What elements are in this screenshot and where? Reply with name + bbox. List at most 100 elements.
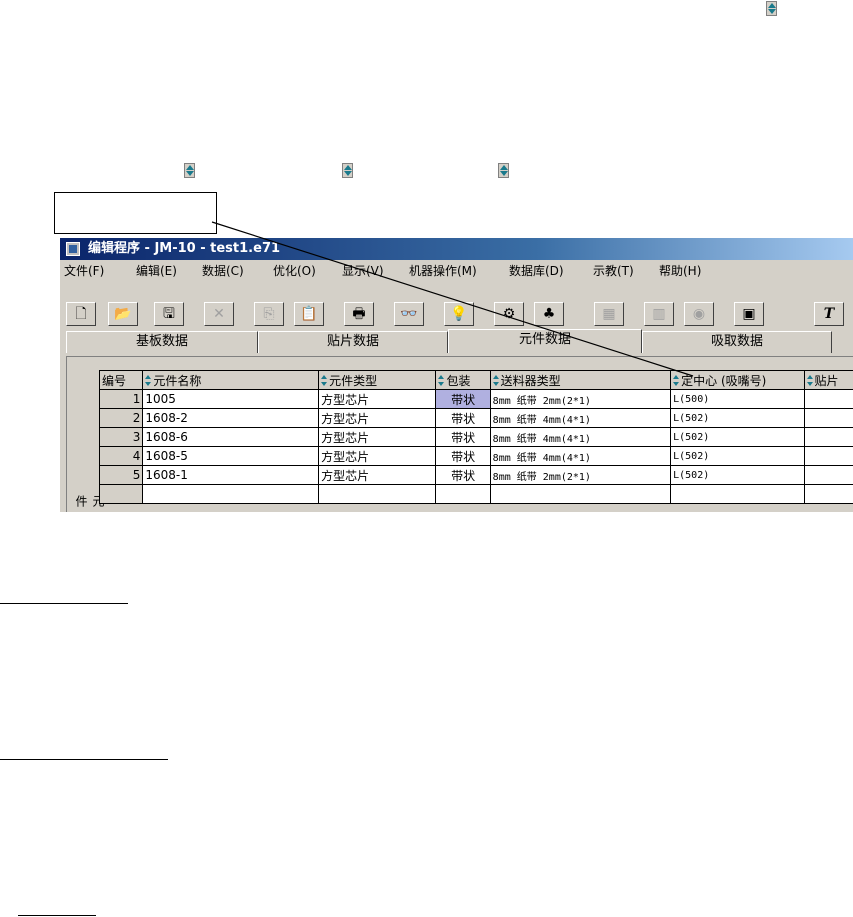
center-icon[interactable]: ▣	[734, 302, 764, 326]
cell-type[interactable]: 方型芯片	[318, 465, 437, 485]
cell-center[interactable]: L(502)	[670, 465, 805, 485]
tab-strip: 基板数据 贴片数据 元件数据 吸取数据	[60, 329, 853, 353]
cell-place[interactable]	[803, 465, 853, 485]
table-header-row: 编号 元件名称 元件类型 包装 送料器类型 定中心 (吸嘴号) 贴片	[98, 370, 853, 390]
menu-help[interactable]: 帮助(H)	[659, 260, 701, 282]
row-number: 1	[98, 389, 144, 409]
find-icon[interactable]: 👓	[394, 302, 424, 326]
cell-package[interactable]	[435, 484, 491, 504]
col-header-center[interactable]: 定中心 (吸嘴号)	[670, 370, 805, 390]
cell-place[interactable]	[803, 484, 853, 504]
tab-pick-data[interactable]: 吸取数据	[642, 331, 832, 353]
callout-box	[54, 192, 217, 234]
cell-feeder[interactable]: 8mm 纸带 4mm(4*1)	[489, 408, 672, 428]
menu-teach[interactable]: 示教(T)	[593, 260, 634, 282]
cell-type[interactable]	[318, 484, 437, 504]
cell-feeder[interactable]: 8mm 纸带 4mm(4*1)	[489, 446, 672, 466]
sort-icon	[492, 374, 500, 386]
grid-panel: 元件 编号 元件名称 元件类型 包装 送料器类型 定中心 (吸嘴号) 贴片 1 …	[66, 356, 853, 512]
components-icon[interactable]: ♣	[534, 302, 564, 326]
print-icon[interactable]: 🖶	[344, 302, 374, 326]
cell-center[interactable]: L(502)	[670, 408, 805, 428]
row-number: 4	[98, 446, 144, 466]
menu-edit[interactable]: 编辑(E)	[136, 260, 177, 282]
cell-center[interactable]: L(500)	[670, 389, 805, 409]
table-row[interactable]: 2 1608-2 方型芯片 带状 8mm 纸带 4mm(4*1) L(502)	[98, 408, 853, 428]
new-file-icon[interactable]: 🗋	[66, 302, 96, 326]
tab-board-data[interactable]: 基板数据	[66, 331, 258, 353]
part-icon[interactable]: ◉	[684, 302, 714, 326]
light-icon[interactable]: 💡	[444, 302, 474, 326]
paste-icon[interactable]: 📋	[294, 302, 324, 326]
cell-package[interactable]: 带状	[435, 408, 491, 428]
open-folder-icon[interactable]: 📂	[108, 302, 138, 326]
table-row[interactable]: 4 1608-5 方型芯片 带状 8mm 纸带 4mm(4*1) L(502)	[98, 446, 853, 466]
sort-icon	[498, 163, 509, 178]
menu-bar: 文件(F) 编辑(E) 数据(C) 优化(O) 显示(V) 机器操作(M) 数据…	[60, 260, 853, 282]
cell-name[interactable]: 1608-5	[142, 446, 320, 466]
sort-icon	[342, 163, 353, 178]
cell-place[interactable]	[803, 389, 853, 409]
cell-type[interactable]: 方型芯片	[318, 389, 437, 409]
cell-place[interactable]	[803, 446, 853, 466]
sort-icon	[673, 374, 680, 386]
cell-place[interactable]	[803, 427, 853, 447]
menu-optimize[interactable]: 优化(O)	[273, 260, 316, 282]
col-header-type[interactable]: 元件类型	[318, 370, 437, 390]
cell-place[interactable]	[803, 408, 853, 428]
sort-icon	[184, 163, 195, 178]
copy-icon[interactable]: ⎘	[254, 302, 284, 326]
col-header-no[interactable]: 编号	[98, 370, 144, 390]
col-header-name[interactable]: 元件名称	[142, 370, 320, 390]
board-icon[interactable]: ▦	[594, 302, 624, 326]
sort-icon	[438, 374, 445, 386]
cell-center[interactable]: L(502)	[670, 446, 805, 466]
col-header-feeder[interactable]: 送料器类型	[489, 370, 672, 390]
save-icon[interactable]: 🖫	[154, 302, 184, 326]
menu-machine[interactable]: 机器操作(M)	[409, 260, 477, 282]
menu-database[interactable]: 数据库(D)	[509, 260, 564, 282]
cell-package[interactable]: 带状	[435, 465, 491, 485]
menu-view[interactable]: 显示(V)	[342, 260, 384, 282]
nozzle-icon[interactable]: ⚙	[494, 302, 524, 326]
cell-name[interactable]: 1608-2	[142, 408, 320, 428]
cell-package[interactable]: 带状	[435, 389, 491, 409]
cell-type[interactable]: 方型芯片	[318, 408, 437, 428]
table-row[interactable]: 1 1005 方型芯片 带状 8mm 纸带 2mm(2*1) L(500)	[98, 389, 853, 409]
cell-feeder[interactable]: 8mm 纸带 2mm(2*1)	[489, 389, 672, 409]
row-number: 2	[98, 408, 144, 428]
cell-name[interactable]: 1608-1	[142, 465, 320, 485]
tab-component-data[interactable]: 元件数据	[448, 329, 642, 353]
cell-name[interactable]: 1005	[142, 389, 320, 409]
cell-name[interactable]	[142, 484, 320, 504]
sort-icon	[145, 374, 152, 386]
text-icon[interactable]: T	[814, 302, 844, 326]
title-bar: 编辑程序 - JM-10 - test1.e71	[60, 238, 853, 260]
cell-package[interactable]: 带状	[435, 427, 491, 447]
feeder-icon[interactable]: ▥	[644, 302, 674, 326]
toolbar: 🗋 📂 🖫 ✕ ⎘ 📋 🖶 👓 💡 ⚙ ♣ ▦ ▥ ◉ ▣ T	[60, 283, 853, 329]
cell-center[interactable]	[670, 484, 805, 504]
table-row[interactable]: 5 1608-1 方型芯片 带状 8mm 纸带 2mm(2*1) L(502)	[98, 465, 853, 485]
cell-package[interactable]: 带状	[435, 446, 491, 466]
table-row[interactable]	[98, 484, 853, 504]
component-table: 编号 元件名称 元件类型 包装 送料器类型 定中心 (吸嘴号) 贴片 1 100…	[98, 370, 853, 504]
col-header-place[interactable]: 贴片	[803, 370, 853, 390]
cell-feeder[interactable]: 8mm 纸带 2mm(2*1)	[489, 465, 672, 485]
cell-feeder[interactable]: 8mm 纸带 4mm(4*1)	[489, 427, 672, 447]
blank-underline	[0, 759, 168, 760]
cell-center[interactable]: L(502)	[670, 427, 805, 447]
cell-name[interactable]: 1608-6	[142, 427, 320, 447]
tab-placement-data[interactable]: 贴片数据	[258, 331, 448, 353]
table-row[interactable]: 3 1608-6 方型芯片 带状 8mm 纸带 4mm(4*1) L(502)	[98, 427, 853, 447]
menu-file[interactable]: 文件(F)	[64, 260, 104, 282]
cell-type[interactable]: 方型芯片	[318, 446, 437, 466]
cell-feeder[interactable]	[489, 484, 672, 504]
cell-type[interactable]: 方型芯片	[318, 427, 437, 447]
edit-program-window: 编辑程序 - JM-10 - test1.e71 文件(F) 编辑(E) 数据(…	[60, 238, 853, 512]
col-header-package[interactable]: 包装	[435, 370, 491, 390]
menu-data[interactable]: 数据(C)	[202, 260, 244, 282]
delete-icon[interactable]: ✕	[204, 302, 234, 326]
app-icon	[66, 242, 80, 256]
window-title: 编辑程序 - JM-10 - test1.e71	[88, 241, 281, 256]
